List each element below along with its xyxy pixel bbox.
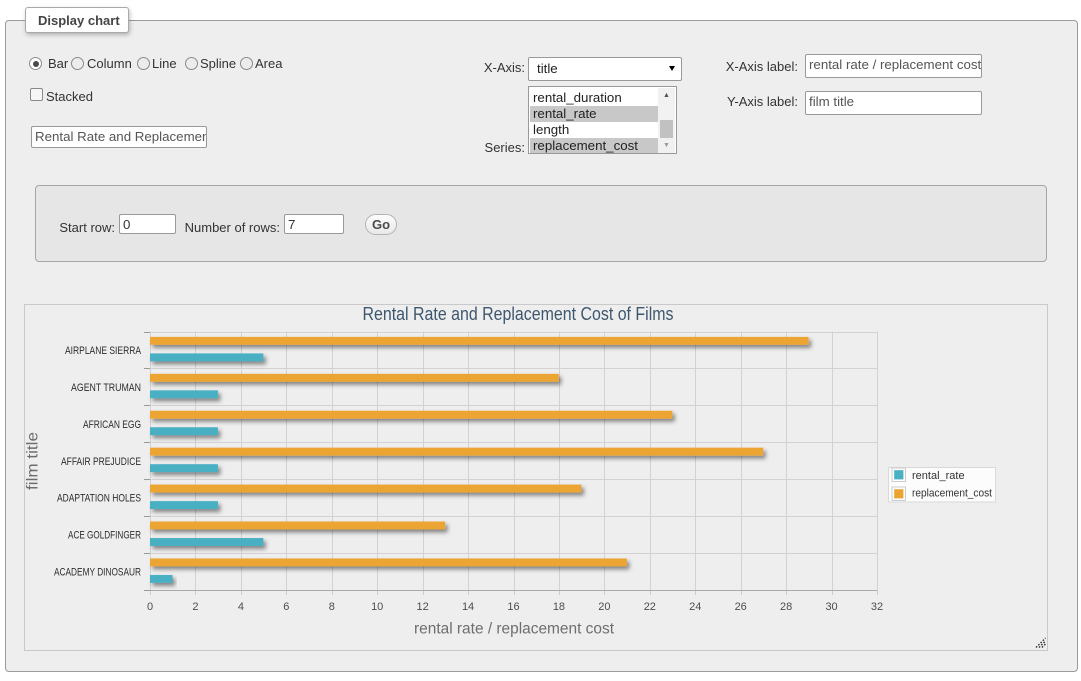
svg-text:ADAPTATION HOLES: ADAPTATION HOLES bbox=[57, 493, 141, 505]
svg-text:20: 20 bbox=[598, 601, 610, 613]
svg-text:2: 2 bbox=[192, 601, 198, 613]
svg-text:film title: film title bbox=[25, 432, 41, 490]
svg-text:22: 22 bbox=[644, 601, 656, 613]
svg-text:24: 24 bbox=[689, 601, 701, 613]
svg-text:AFRICAN EGG: AFRICAN EGG bbox=[83, 419, 141, 431]
svg-text:8: 8 bbox=[329, 601, 335, 613]
svg-text:18: 18 bbox=[553, 601, 565, 613]
svg-text:AGENT TRUMAN: AGENT TRUMAN bbox=[71, 382, 141, 394]
svg-text:AFFAIR PREJUDICE: AFFAIR PREJUDICE bbox=[61, 456, 141, 468]
svg-text:rental_rate: rental_rate bbox=[912, 470, 965, 482]
svg-text:16: 16 bbox=[507, 601, 519, 613]
svg-text:4: 4 bbox=[238, 601, 244, 613]
svg-text:Rental Rate and Replacement Co: Rental Rate and Replacement Cost of Film… bbox=[363, 305, 674, 324]
svg-text:10: 10 bbox=[371, 601, 383, 613]
svg-text:32: 32 bbox=[871, 601, 883, 613]
svg-text:26: 26 bbox=[735, 601, 747, 613]
svg-text:30: 30 bbox=[825, 601, 837, 613]
svg-text:28: 28 bbox=[780, 601, 792, 613]
svg-text:replacement_cost: replacement_cost bbox=[912, 488, 992, 500]
svg-text:12: 12 bbox=[417, 601, 429, 613]
svg-text:rental rate / replacement cost: rental rate / replacement cost bbox=[414, 621, 615, 638]
svg-text:ACE GOLDFINGER: ACE GOLDFINGER bbox=[68, 530, 141, 542]
svg-text:0: 0 bbox=[147, 601, 153, 613]
svg-text:14: 14 bbox=[462, 601, 474, 613]
svg-text:6: 6 bbox=[283, 601, 289, 613]
svg-text:ACADEMY DINOSAUR: ACADEMY DINOSAUR bbox=[54, 567, 141, 579]
svg-text:AIRPLANE SIERRA: AIRPLANE SIERRA bbox=[65, 345, 142, 357]
